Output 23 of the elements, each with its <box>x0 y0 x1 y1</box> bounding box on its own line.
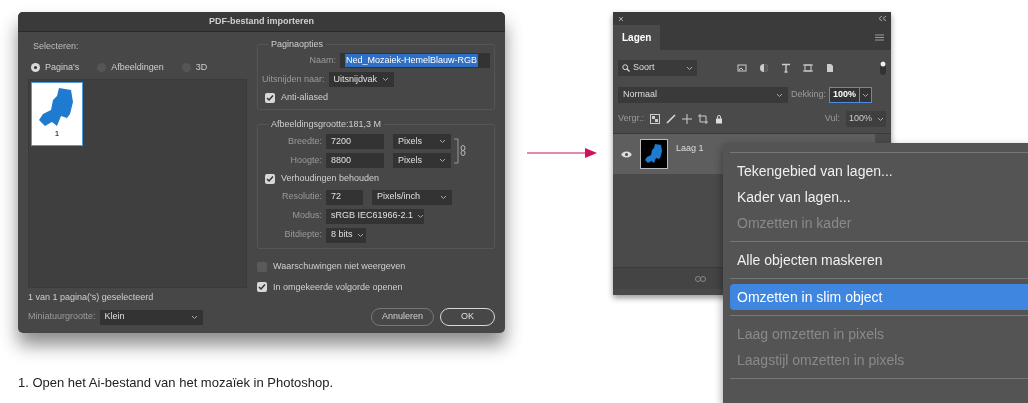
field-label: Naam: <box>308 53 336 67</box>
checkbox-label: Verhoudingen behouden <box>281 172 380 185</box>
checkbox-label: In omgekeerde volgorde openen <box>273 280 403 294</box>
field-label: Resolutie: <box>280 190 322 204</box>
page-number: 1 <box>54 130 60 138</box>
section-title: Selecteren: <box>32 40 79 53</box>
field-label: Uitsnijden naar: <box>262 72 325 86</box>
group-title: Paginaopties <box>268 38 327 52</box>
field-label: Vergr.: <box>618 112 644 126</box>
caption-text: 1. Open het Ai-bestand van het mozaïek in Photoshop. <box>18 374 334 392</box>
selection-status: 1 van 1 pagina('s) geselecteerd <box>28 291 154 304</box>
group-title: Afbeeldingsgrootte:181,3 M <box>268 118 385 132</box>
field-label: Bitdiepte: <box>283 228 322 242</box>
layer-name: Laag 1 <box>676 142 704 155</box>
field-label: Hoogte: <box>289 153 322 167</box>
field-label: Vul: <box>824 112 840 126</box>
window-title: PDF-bestand importeren <box>209 14 314 28</box>
field-label: Modus: <box>291 209 322 223</box>
checkbox-label: Waarschuwingen niet weergeven <box>273 260 406 273</box>
field-label: Miniatuurgrootte: <box>28 310 96 324</box>
field-label: Dekking: <box>791 88 826 102</box>
checkbox-label: Anti-aliased <box>281 91 329 104</box>
field-label: Breedte: <box>286 134 322 148</box>
